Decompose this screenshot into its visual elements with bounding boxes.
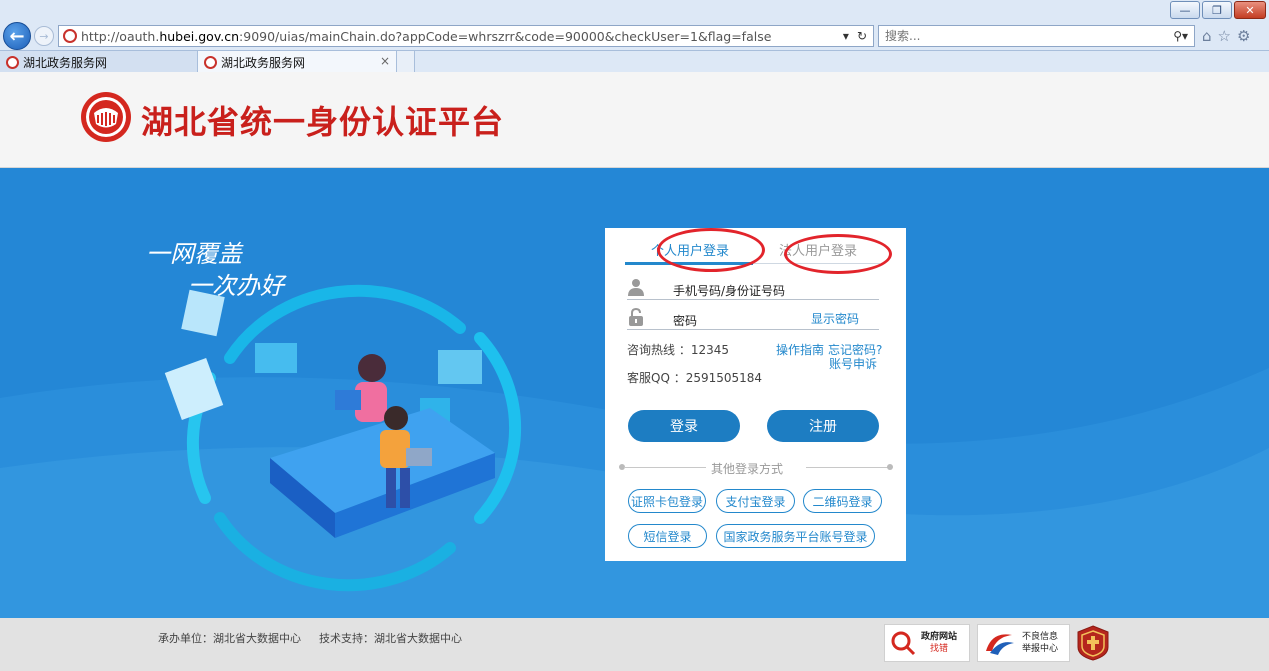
tech-support-text: 技术支持：湖北省大数据中心 [319,632,462,645]
url-suffix: :9090/uias/mainChain.do?appCode=whrszrr&… [239,28,772,44]
alipay-login-button[interactable]: 支付宝登录 [716,489,795,513]
badge-line-2: 找错 [930,644,949,654]
national-platform-login-button[interactable]: 国家政务服务平台账号登录 [716,524,875,548]
register-button[interactable]: 注册 [767,410,879,442]
password-placeholder: 密码 [673,314,698,328]
badge-text: 不良信息 举报中心 [1022,631,1058,655]
account-appeal-link[interactable]: 账号申诉 [829,355,877,372]
site-favicon-icon [63,29,77,43]
site-header: 湖北省统一身份认证平台 [0,72,1269,168]
login-button[interactable]: 登录 [628,410,740,442]
slogan-line-1: 一网覆盖 [146,240,242,268]
badge-line-1: 不良信息 [1022,632,1059,642]
url-prefix: http://oauth. [81,28,160,44]
online-service-illustration [164,284,522,592]
qq-text: 客服QQ ：2591505184 [627,371,763,385]
browser-search-input[interactable] [885,29,1168,43]
star-icon[interactable]: ☆ [1218,27,1231,45]
minimize-icon[interactable]: — [1170,1,1200,19]
badge-text: 政府网站 找错 [921,631,957,655]
gov-site-error-badge[interactable]: 政府网站 找错 [884,624,970,662]
guide-link[interactable]: 操作指南 [776,341,824,358]
close-window-icon[interactable]: ✕ [1234,1,1266,19]
bad-info-report-badge[interactable]: 不良信息 举报中心 [977,624,1070,662]
username-field[interactable]: 手机号码/身份证号码 [627,278,879,300]
report-center-logo-icon [986,634,1014,655]
browser-search-box[interactable]: ⚲▾ [878,25,1195,47]
party-emblem-icon [81,92,131,142]
home-icon[interactable]: ⌂ [1202,27,1212,45]
show-password-link[interactable]: 显示密码 [811,310,859,327]
site-title: 湖北省统一身份认证平台 [141,103,505,141]
arrow-right-icon: → [39,29,49,43]
divider-dot [887,464,893,470]
back-button[interactable]: ← [3,22,31,50]
magnifier-icon [891,631,916,656]
hero-banner: 一网覆盖 一次办好 个人用户登录 法人用户登录 手机号码/身份证号码 密码 显示… [0,168,1269,618]
refresh-icon[interactable]: ↻ [857,29,867,43]
browser-tab-bar: 湖北政务服务网 湖北政务服务网 × [0,50,1269,73]
badge-line-2: 举报中心 [1022,644,1059,654]
site-favicon-icon [204,55,217,69]
browser-tab-2[interactable]: 湖北政务服务网 × [198,51,397,73]
address-url[interactable]: http://oauth.hubei.gov.cn:9090/uias/main… [81,29,843,44]
highlight-circle-legal [784,234,892,274]
url-domain: hubei.gov.cn [159,28,240,44]
other-methods-label: 其他登录方式 [711,462,784,476]
highlight-circle-personal [657,228,765,272]
hotline-text: 咨询热线 ：12345 [627,343,729,357]
browser-chrome: — ❐ ✕ ← → http://oauth.hubei.gov.cn:9090… [0,0,1269,73]
login-tabs: 个人用户登录 法人用户登录 [625,228,892,274]
lock-icon [629,308,643,326]
organizer-text: 承办单位：湖北省大数据中心 [158,632,301,645]
browser-tool-icons: ⌂ ☆ ⚙ [1202,27,1250,45]
site-footer: 承办单位：湖北省大数据中心 技术支持：湖北省大数据中心 政府网站 找错 不良信息… [0,618,1269,671]
badge-line-1: 政府网站 [921,632,958,642]
arrow-left-icon: ← [9,25,25,47]
cert-wallet-login-button[interactable]: 证照卡包登录 [628,489,706,513]
tab-label: 湖北政务服务网 [221,55,306,70]
user-icon [628,279,644,296]
restore-icon[interactable]: ❐ [1202,1,1232,19]
divider-line [806,467,888,468]
search-icon[interactable]: ⚲▾ [1167,29,1194,43]
divider-line [624,467,706,468]
qrcode-login-button[interactable]: 二维码登录 [803,489,882,513]
address-tools: ▾ ↻ [843,29,873,43]
sms-login-button[interactable]: 短信登录 [628,524,707,548]
password-field[interactable]: 密码 显示密码 [627,308,879,330]
navigation-bar: ← → http://oauth.hubei.gov.cn:9090/uias/… [0,21,1269,51]
gear-icon[interactable]: ⚙ [1237,27,1250,45]
forward-button[interactable]: → [34,26,54,46]
window-controls: — ❐ ✕ [1170,1,1266,19]
dropdown-arrow-icon[interactable]: ▾ [843,29,849,43]
username-placeholder: 手机号码/身份证号码 [673,284,786,298]
browser-tab-1[interactable]: 湖北政务服务网 [0,51,198,73]
other-methods-divider: 其他登录方式 [619,461,893,476]
site-favicon-icon [6,55,19,69]
new-tab-button[interactable] [397,51,415,73]
tab-label: 湖北政务服务网 [23,55,108,70]
address-bar[interactable]: http://oauth.hubei.gov.cn:9090/uias/main… [58,25,874,47]
party-govt-seal-icon[interactable] [1076,625,1110,661]
login-card: 个人用户登录 法人用户登录 手机号码/身份证号码 密码 显示密码 咨询热线 ：1… [605,228,906,561]
tab-close-icon[interactable]: × [380,54,390,68]
